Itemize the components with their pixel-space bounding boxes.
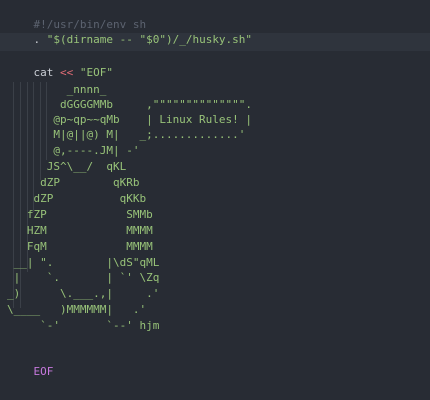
source-dot: . bbox=[33, 33, 47, 46]
shebang-line: #!/usr/bin/env sh bbox=[7, 2, 147, 31]
ascii-art-line: | `. | `' \Zq bbox=[7, 271, 160, 284]
cat-heredoc-line: cat << "EOF" bbox=[7, 50, 114, 79]
heredoc-delimiter: "EOF" bbox=[79, 66, 113, 79]
source-path-string: "$(dirname -- "$0")/_/husky.sh" bbox=[46, 33, 253, 46]
ascii-art-line: JS^\__/ qKL bbox=[7, 160, 127, 173]
ascii-art-line: dZP qKKb bbox=[7, 192, 147, 205]
ascii-art-line: _) \.___.,| .' bbox=[7, 287, 160, 300]
heredoc-end-marker: EOF bbox=[33, 365, 54, 378]
ascii-art-line: @p~qp~~qMb | Linux Rules! | bbox=[7, 113, 253, 126]
ascii-art-line: @,----.JM| -' bbox=[7, 144, 140, 157]
ascii-art-line: \____ )MMMMMM| .' bbox=[7, 303, 147, 316]
cat-command: cat bbox=[33, 66, 60, 79]
ascii-art-line: FqM MMMM bbox=[7, 240, 153, 253]
ascii-art-line: dZP qKRb bbox=[7, 176, 140, 189]
ascii-art-line: HZM MMMM bbox=[7, 224, 153, 237]
heredoc-operator: << bbox=[60, 66, 74, 79]
ascii-art-line: _nnnn_ bbox=[7, 83, 107, 96]
source-line: . "$(dirname -- "$0")/_/husky.sh" bbox=[7, 17, 253, 46]
ascii-art-line: dGGGGMMb ,"""""""""""""". bbox=[7, 98, 253, 111]
ascii-art-line: M|@||@) M| _;.............' bbox=[7, 128, 246, 141]
ascii-art-line: fZP SMMb bbox=[7, 208, 153, 221]
code-editor[interactable]: #!/usr/bin/env sh . "$(dirname -- "$0")/… bbox=[0, 0, 430, 400]
ascii-art-line: __| ". |\dS"qML bbox=[7, 256, 160, 269]
ascii-art-line: `-' `--' hjm bbox=[7, 319, 160, 332]
eof-line: EOF bbox=[7, 349, 54, 378]
